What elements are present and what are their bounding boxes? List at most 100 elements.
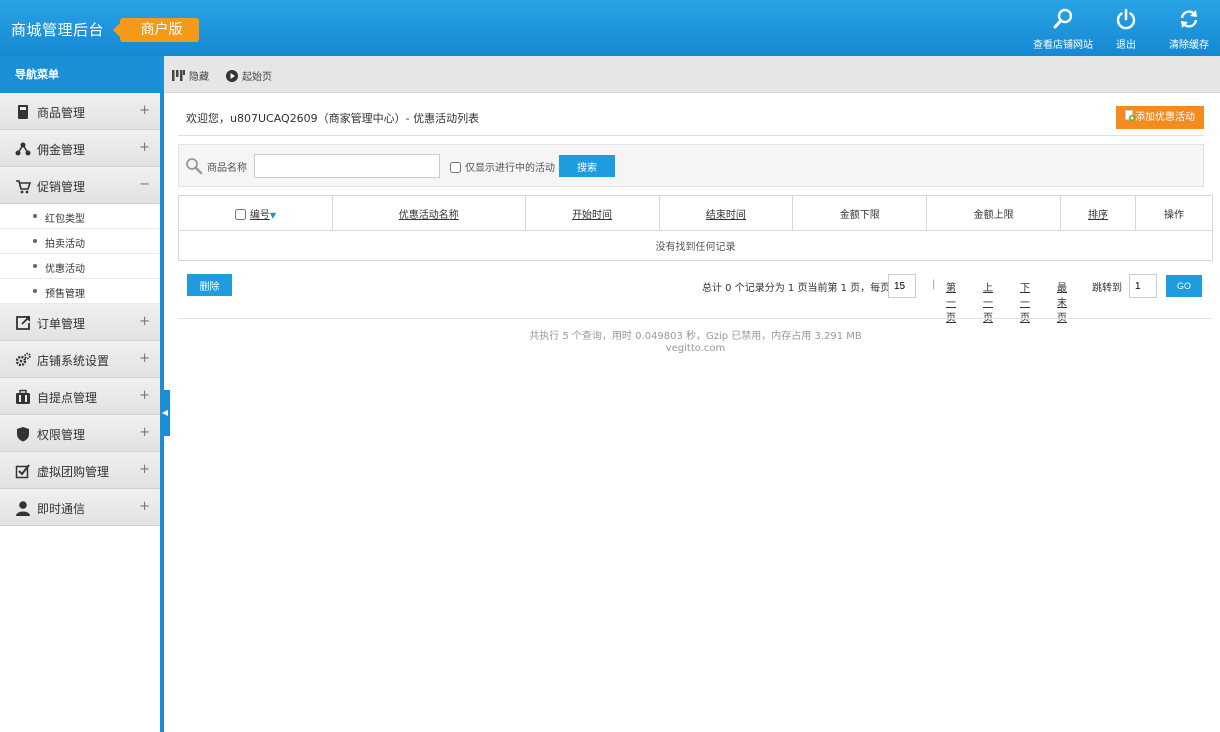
submenu-item-discount[interactable]: 优惠活动 bbox=[0, 254, 160, 279]
sidebar-title: 导航菜单 bbox=[0, 56, 160, 93]
expand-icon: + bbox=[139, 314, 150, 329]
search-icon bbox=[186, 158, 203, 175]
page-title: 欢迎您，u807UCAQ2609（商家管理中心）- 优惠活动列表 bbox=[186, 112, 480, 125]
add-discount-label: 添加优惠活动 bbox=[1135, 112, 1195, 123]
sidebar-item-commission[interactable]: 佣金管理 + bbox=[0, 130, 160, 167]
query-stats: 共执行 5 个查询，用时 0.049803 秒，Gzip 已禁用，内存占用 3.… bbox=[529, 331, 862, 342]
jump-page-input[interactable] bbox=[1129, 274, 1157, 298]
sidebar-item-label: 虚拟团购管理 bbox=[37, 465, 110, 479]
sort-link[interactable]: 优惠活动名称 bbox=[399, 210, 459, 221]
app-title: 商城管理后台 bbox=[11, 21, 105, 39]
sidebar: 导航菜单 商品管理 + 佣金管理 + 促销管理 − 红包类型 拍卖活动 优惠活动 bbox=[0, 56, 160, 732]
top-header: 商城管理后台 商户版 查看店铺网站 退出 清除缓存 bbox=[0, 0, 1220, 56]
expand-icon: + bbox=[139, 388, 150, 403]
view-store-label: 查看店铺网站 bbox=[1033, 40, 1093, 51]
add-discount-button[interactable]: 添加优惠活动 bbox=[1116, 106, 1204, 129]
divider bbox=[178, 135, 1204, 136]
sidebar-item-label: 自提点管理 bbox=[37, 391, 98, 405]
only-active-checkbox[interactable] bbox=[450, 162, 461, 173]
expand-icon: + bbox=[139, 103, 150, 118]
column-header-actions: 操作 bbox=[1135, 195, 1213, 231]
play-circle-icon bbox=[226, 70, 238, 82]
chevron-left-icon: ◀ bbox=[161, 408, 169, 417]
expand-icon: + bbox=[139, 462, 150, 477]
search-panel: 商品名称 仅显示进行中的活动 搜索 bbox=[178, 144, 1204, 187]
submenu-item-label: 优惠活动 bbox=[45, 264, 85, 275]
sidebar-item-label: 即时通信 bbox=[37, 502, 86, 516]
sidebar-item-label: 订单管理 bbox=[37, 317, 86, 331]
only-active-filter[interactable]: 仅显示进行中的活动 bbox=[450, 159, 555, 174]
sort-link[interactable]: 结束时间 bbox=[706, 210, 746, 221]
logout-label: 退出 bbox=[1116, 40, 1136, 51]
column-header-id[interactable]: 编号▼ bbox=[178, 195, 333, 231]
sort-link[interactable]: 排序 bbox=[1088, 210, 1108, 221]
sidebar-item-permission[interactable]: 权限管理 + bbox=[0, 415, 160, 452]
bullet-icon bbox=[33, 214, 37, 218]
home-page-button[interactable]: 起始页 bbox=[226, 68, 272, 83]
bullet-icon bbox=[33, 239, 37, 243]
column-header-name[interactable]: 优惠活动名称 bbox=[331, 195, 526, 231]
column-header-sort[interactable]: 排序 bbox=[1060, 195, 1136, 231]
column-header-start[interactable]: 开始时间 bbox=[524, 195, 660, 231]
sidebar-item-promotion[interactable]: 促销管理 − bbox=[0, 167, 160, 204]
sidebar-item-label: 佣金管理 bbox=[37, 143, 86, 157]
product-name-input[interactable] bbox=[254, 154, 440, 178]
sidebar-item-label: 店铺系统设置 bbox=[37, 354, 110, 368]
expand-icon: + bbox=[139, 425, 150, 440]
jump-label: 跳转到 bbox=[1092, 283, 1122, 294]
sidebar-item-label: 促销管理 bbox=[37, 180, 86, 194]
home-page-label: 起始页 bbox=[242, 72, 272, 83]
sidebar-item-group-buy[interactable]: 虚拟团购管理 + bbox=[0, 452, 160, 489]
sort-link[interactable]: 编号 bbox=[250, 210, 270, 221]
sidebar-item-product[interactable]: 商品管理 + bbox=[0, 93, 160, 130]
submenu-item-bonus-type[interactable]: 红包类型 bbox=[0, 204, 160, 229]
pager-summary: 总计 0 个记录分为 1 页当前第 1 页，每页 bbox=[702, 283, 891, 294]
site-domain: vegitto.com bbox=[665, 343, 726, 354]
empty-message: 没有找到任何记录 bbox=[178, 230, 1213, 261]
search-icon bbox=[1053, 8, 1073, 29]
expand-icon: + bbox=[139, 499, 150, 514]
sort-link[interactable]: 开始时间 bbox=[572, 210, 612, 221]
column-header-max-amount: 金额上限 bbox=[926, 195, 1062, 231]
submenu-item-auction[interactable]: 拍卖活动 bbox=[0, 229, 160, 254]
gears-icon bbox=[15, 352, 31, 367]
view-store-button[interactable]: 查看店铺网站 bbox=[1033, 8, 1093, 51]
add-document-icon bbox=[1125, 110, 1135, 121]
go-button[interactable]: GO bbox=[1166, 275, 1202, 297]
briefcase-icon bbox=[16, 389, 30, 404]
logout-button[interactable]: 退出 bbox=[1112, 8, 1140, 51]
sidebar-collapse-handle[interactable]: ◀ bbox=[160, 390, 170, 436]
sidebar-item-im[interactable]: 即时通信 + bbox=[0, 489, 160, 526]
only-active-label: 仅显示进行中的活动 bbox=[465, 163, 555, 174]
delete-button[interactable]: 删除 bbox=[187, 274, 232, 296]
edition-badge: 商户版 bbox=[113, 18, 199, 42]
sidebar-item-pickup[interactable]: 自提点管理 + bbox=[0, 378, 160, 415]
submenu-item-label: 预售管理 bbox=[45, 289, 85, 300]
toolbar: 隐藏 起始页 bbox=[164, 56, 1220, 93]
power-icon bbox=[1116, 8, 1136, 30]
page-size-input[interactable] bbox=[888, 274, 916, 298]
sidebar-item-store-settings[interactable]: 店铺系统设置 + bbox=[0, 341, 160, 378]
cart-icon bbox=[16, 180, 31, 194]
footer-divider bbox=[178, 318, 1213, 319]
discount-table: 编号▼ 优惠活动名称 开始时间 结束时间 金额下限 金额上限 排序 操作 没有找… bbox=[178, 195, 1213, 261]
bullet-icon bbox=[33, 289, 37, 293]
clear-cache-button[interactable]: 清除缓存 bbox=[1167, 8, 1211, 51]
share-icon bbox=[15, 142, 31, 156]
clear-cache-label: 清除缓存 bbox=[1169, 40, 1209, 51]
search-button[interactable]: 搜索 bbox=[559, 155, 615, 177]
select-all-checkbox[interactable] bbox=[234, 208, 246, 220]
submenu-item-presale[interactable]: 预售管理 bbox=[0, 279, 160, 304]
sidebar-item-order[interactable]: 订单管理 + bbox=[0, 304, 160, 341]
table-header-row: 编号▼ 优惠活动名称 开始时间 结束时间 金额下限 金额上限 排序 操作 bbox=[178, 195, 1213, 231]
user-icon bbox=[16, 501, 30, 516]
pager-separator: | bbox=[932, 279, 936, 290]
collapse-icon: − bbox=[139, 177, 150, 192]
refresh-icon bbox=[1180, 10, 1198, 28]
sort-desc-icon: ▼ bbox=[269, 210, 276, 220]
expand-icon: + bbox=[139, 351, 150, 366]
sidebar-item-label: 商品管理 bbox=[37, 106, 86, 120]
column-header-end[interactable]: 结束时间 bbox=[658, 195, 794, 231]
submenu-item-label: 拍卖活动 bbox=[45, 239, 85, 250]
hide-menu-button[interactable]: 隐藏 bbox=[172, 68, 209, 83]
